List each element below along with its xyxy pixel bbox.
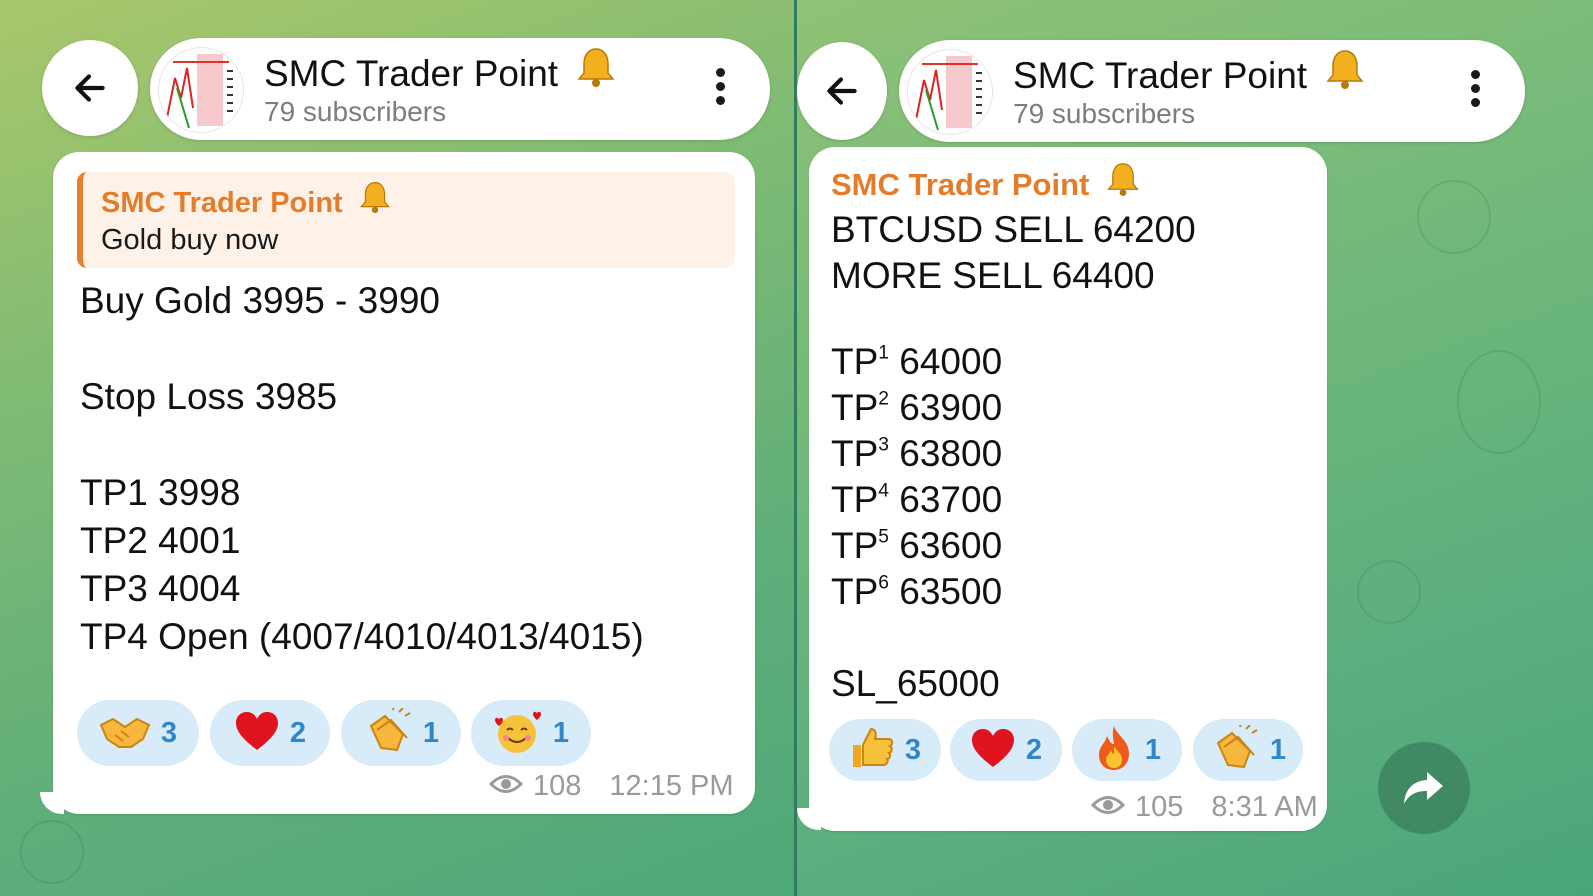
left-chat-screen: SMC Trader Point 79 subscribers SMC Trad… — [0, 0, 794, 896]
background-doodle — [20, 820, 84, 884]
message-time: 12:15 PM — [609, 770, 734, 802]
reaction-clap[interactable]: 1 — [1193, 719, 1303, 781]
channel-avatar[interactable] — [907, 49, 993, 135]
eye-icon — [1090, 794, 1126, 821]
tp-line: TP1 64000 — [831, 341, 1003, 382]
message-line: TP3 4004 — [80, 568, 241, 609]
fire-icon — [1093, 724, 1135, 776]
tp-line: TP3 63800 — [831, 433, 1003, 474]
reply-sender: SMC Trader Point — [101, 180, 391, 222]
subscriber-count: 79 subscribers — [1013, 98, 1196, 129]
reaction-clap[interactable]: 1 — [341, 700, 461, 766]
red-heart-icon — [234, 710, 280, 756]
bell-icon — [1106, 161, 1140, 205]
red-heart-icon — [970, 727, 1016, 773]
reaction-heart[interactable]: 2 — [210, 700, 330, 766]
arrow-left-icon — [75, 74, 105, 102]
sender-name: SMC Trader Point — [831, 161, 1140, 205]
message-bubble[interactable]: SMC Trader Point BTCUSD SELL 64200 MORE … — [809, 147, 1327, 831]
tp-line: TP6 63500 — [831, 571, 1003, 612]
tp-line: TP5 63600 — [831, 525, 1003, 566]
bell-icon — [576, 46, 616, 97]
clapping-hands-icon — [1210, 722, 1260, 775]
more-options-icon[interactable] — [714, 68, 726, 110]
message-line: MORE SELL 64400 — [831, 255, 1155, 296]
bubble-tail — [797, 808, 821, 830]
tp-line: TP4 63700 — [831, 479, 1003, 520]
reaction-handshake[interactable]: 3 — [77, 700, 199, 766]
tp-line: TP2 63900 — [831, 387, 1003, 428]
thumbs-up-icon — [849, 725, 895, 775]
channel-title: SMC Trader Point — [264, 46, 616, 97]
message-meta: 108 12:15 PM — [488, 770, 734, 803]
arrow-left-icon — [827, 77, 857, 105]
message-line: TP4 Open (4007/4010/4013/4015) — [80, 616, 644, 657]
stop-loss-line: SL_65000 — [831, 663, 1000, 704]
eye-icon — [488, 773, 524, 800]
reaction-fire[interactable]: 1 — [1072, 719, 1182, 781]
message-time: 8:31 AM — [1211, 791, 1318, 823]
view-count: 108 — [533, 770, 582, 802]
back-button[interactable] — [42, 40, 138, 136]
message-line: BTCUSD SELL 64200 — [831, 209, 1196, 250]
view-count: 105 — [1135, 791, 1184, 823]
chat-header[interactable]: SMC Trader Point 79 subscribers — [150, 38, 770, 140]
message-line: Stop Loss 3985 — [80, 376, 338, 417]
bell-icon — [359, 180, 391, 222]
bell-icon — [1325, 48, 1365, 99]
more-options-icon[interactable] — [1469, 70, 1481, 112]
channel-title: SMC Trader Point — [1013, 48, 1365, 99]
chat-header[interactable]: SMC Trader Point 79 subscribers — [899, 40, 1525, 142]
forward-button[interactable] — [1378, 742, 1470, 834]
message-line: Buy Gold 3995 - 3990 — [80, 280, 440, 321]
reaction-smiling-hearts[interactable]: 1 — [471, 700, 591, 766]
handshake-icon — [99, 711, 151, 755]
background-doodle — [1357, 560, 1421, 624]
message-line: TP1 3998 — [80, 472, 241, 513]
message-bubble[interactable]: SMC Trader Point Gold buy now Buy Gold 3… — [53, 152, 755, 814]
background-doodle — [1457, 350, 1541, 454]
background-doodle — [1417, 180, 1491, 254]
clapping-hands-icon — [363, 705, 413, 758]
subscriber-count: 79 subscribers — [264, 96, 447, 127]
smiling-face-with-hearts-icon — [493, 708, 543, 758]
right-chat-screen: SMC Trader Point 79 subscribers SMC Trad… — [797, 0, 1593, 896]
message-meta: 105 8:31 AM — [1090, 791, 1318, 824]
bubble-tail — [40, 792, 64, 814]
reaction-thumbs-up[interactable]: 3 — [829, 719, 941, 781]
reply-text: Gold buy now — [101, 224, 279, 256]
forward-arrow-icon — [1404, 772, 1443, 804]
back-button[interactable] — [797, 42, 887, 140]
reaction-heart[interactable]: 2 — [950, 719, 1062, 781]
reply-quote[interactable]: SMC Trader Point Gold buy now — [77, 172, 735, 268]
message-line: TP2 4001 — [80, 520, 241, 561]
channel-avatar[interactable] — [158, 47, 244, 133]
